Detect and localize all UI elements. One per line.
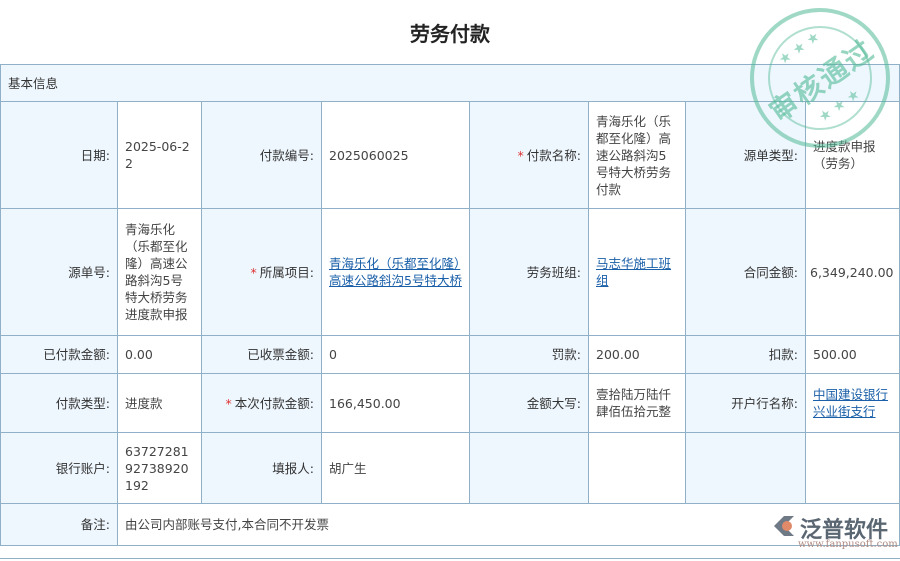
payment-form-table: 基本信息 日期: 2025-06-22 付款编号: 2025060025 * 付款… bbox=[0, 64, 900, 546]
source-no-label: 源单号: bbox=[0, 208, 118, 336]
empty-label-cell bbox=[469, 432, 589, 504]
project-label-cell: * 所属项目: bbox=[201, 208, 322, 336]
remark-label: 备注: bbox=[0, 503, 118, 546]
fanpu-logo: 泛普软件 www.fanpusoft.com bbox=[770, 512, 898, 552]
fanpu-logo-icon bbox=[774, 516, 794, 536]
source-type-value: 进度款申报（劳务） bbox=[804, 101, 900, 209]
invoiced-amount-value: 0 bbox=[321, 335, 470, 374]
paid-amount-label: 已付款金额: bbox=[0, 335, 118, 374]
page-title: 劳务付款 bbox=[410, 22, 490, 46]
date-label: 日期: bbox=[0, 101, 118, 209]
source-type-label: 源单类型: bbox=[685, 101, 806, 209]
pay-no-label: 付款编号: bbox=[201, 101, 322, 209]
bank-name-link[interactable]: 中国建设银行兴业街支行 bbox=[813, 387, 888, 419]
team-link[interactable]: 马志华施工班组 bbox=[596, 256, 671, 288]
this-amount-label: 本次付款金额: bbox=[234, 395, 314, 411]
contract-amount-value: 6,349,240.00 bbox=[804, 208, 900, 336]
amount-upper-value: 壹拾陆万陆仟肆佰伍拾元整 bbox=[588, 373, 686, 433]
reporter-label: 填报人: bbox=[201, 432, 322, 504]
empty-label-cell bbox=[685, 432, 806, 504]
deduction-value: 500.00 bbox=[804, 335, 900, 374]
team-label: 劳务班组: bbox=[469, 208, 589, 336]
empty-value-cell bbox=[804, 432, 900, 504]
contract-amount-label: 合同金额: bbox=[685, 208, 806, 336]
bank-account-value: 6372728192738920192 bbox=[117, 432, 202, 504]
penalty-label: 罚款: bbox=[469, 335, 589, 374]
this-amount-value: 166,450.00 bbox=[321, 373, 470, 433]
pay-name-label-cell: * 付款名称: bbox=[469, 101, 589, 209]
project-label: 所属项目: bbox=[259, 264, 314, 280]
source-no-value: 青海乐化（乐都至化隆）高速公路斜沟5号特大桥劳务进度款申报 bbox=[117, 208, 202, 336]
required-mark: * bbox=[225, 395, 232, 411]
invoiced-amount-label: 已收票金额: bbox=[201, 335, 322, 374]
project-link[interactable]: 青海乐化（乐都至化隆）高速公路斜沟5号特大桥 bbox=[329, 256, 462, 288]
pay-type-value: 进度款 bbox=[117, 373, 202, 433]
pay-name-value: 青海乐化（乐都至化隆）高速公路斜沟5号特大桥劳务付款 bbox=[588, 101, 686, 209]
amount-upper-label: 金额大写: bbox=[469, 373, 589, 433]
penalty-value: 200.00 bbox=[588, 335, 686, 374]
reporter-value: 胡广生 bbox=[321, 432, 470, 504]
pay-name-label: 付款名称: bbox=[526, 147, 581, 163]
pay-type-label: 付款类型: bbox=[0, 373, 118, 433]
pay-no-value: 2025060025 bbox=[321, 101, 470, 209]
date-value: 2025-06-22 bbox=[117, 101, 202, 209]
bank-name-label: 开户行名称: bbox=[685, 373, 806, 433]
section-basic-info: 基本信息 bbox=[0, 64, 900, 102]
bottom-divider bbox=[0, 558, 900, 559]
logo-url: www.fanpusoft.com bbox=[798, 539, 898, 550]
required-mark: * bbox=[517, 147, 524, 163]
this-amount-label-cell: * 本次付款金额: bbox=[201, 373, 322, 433]
required-mark: * bbox=[250, 264, 257, 280]
bank-account-label: 银行账户: bbox=[0, 432, 118, 504]
deduction-label: 扣款: bbox=[685, 335, 806, 374]
paid-amount-value: 0.00 bbox=[117, 335, 202, 374]
empty-value-cell bbox=[588, 432, 686, 504]
